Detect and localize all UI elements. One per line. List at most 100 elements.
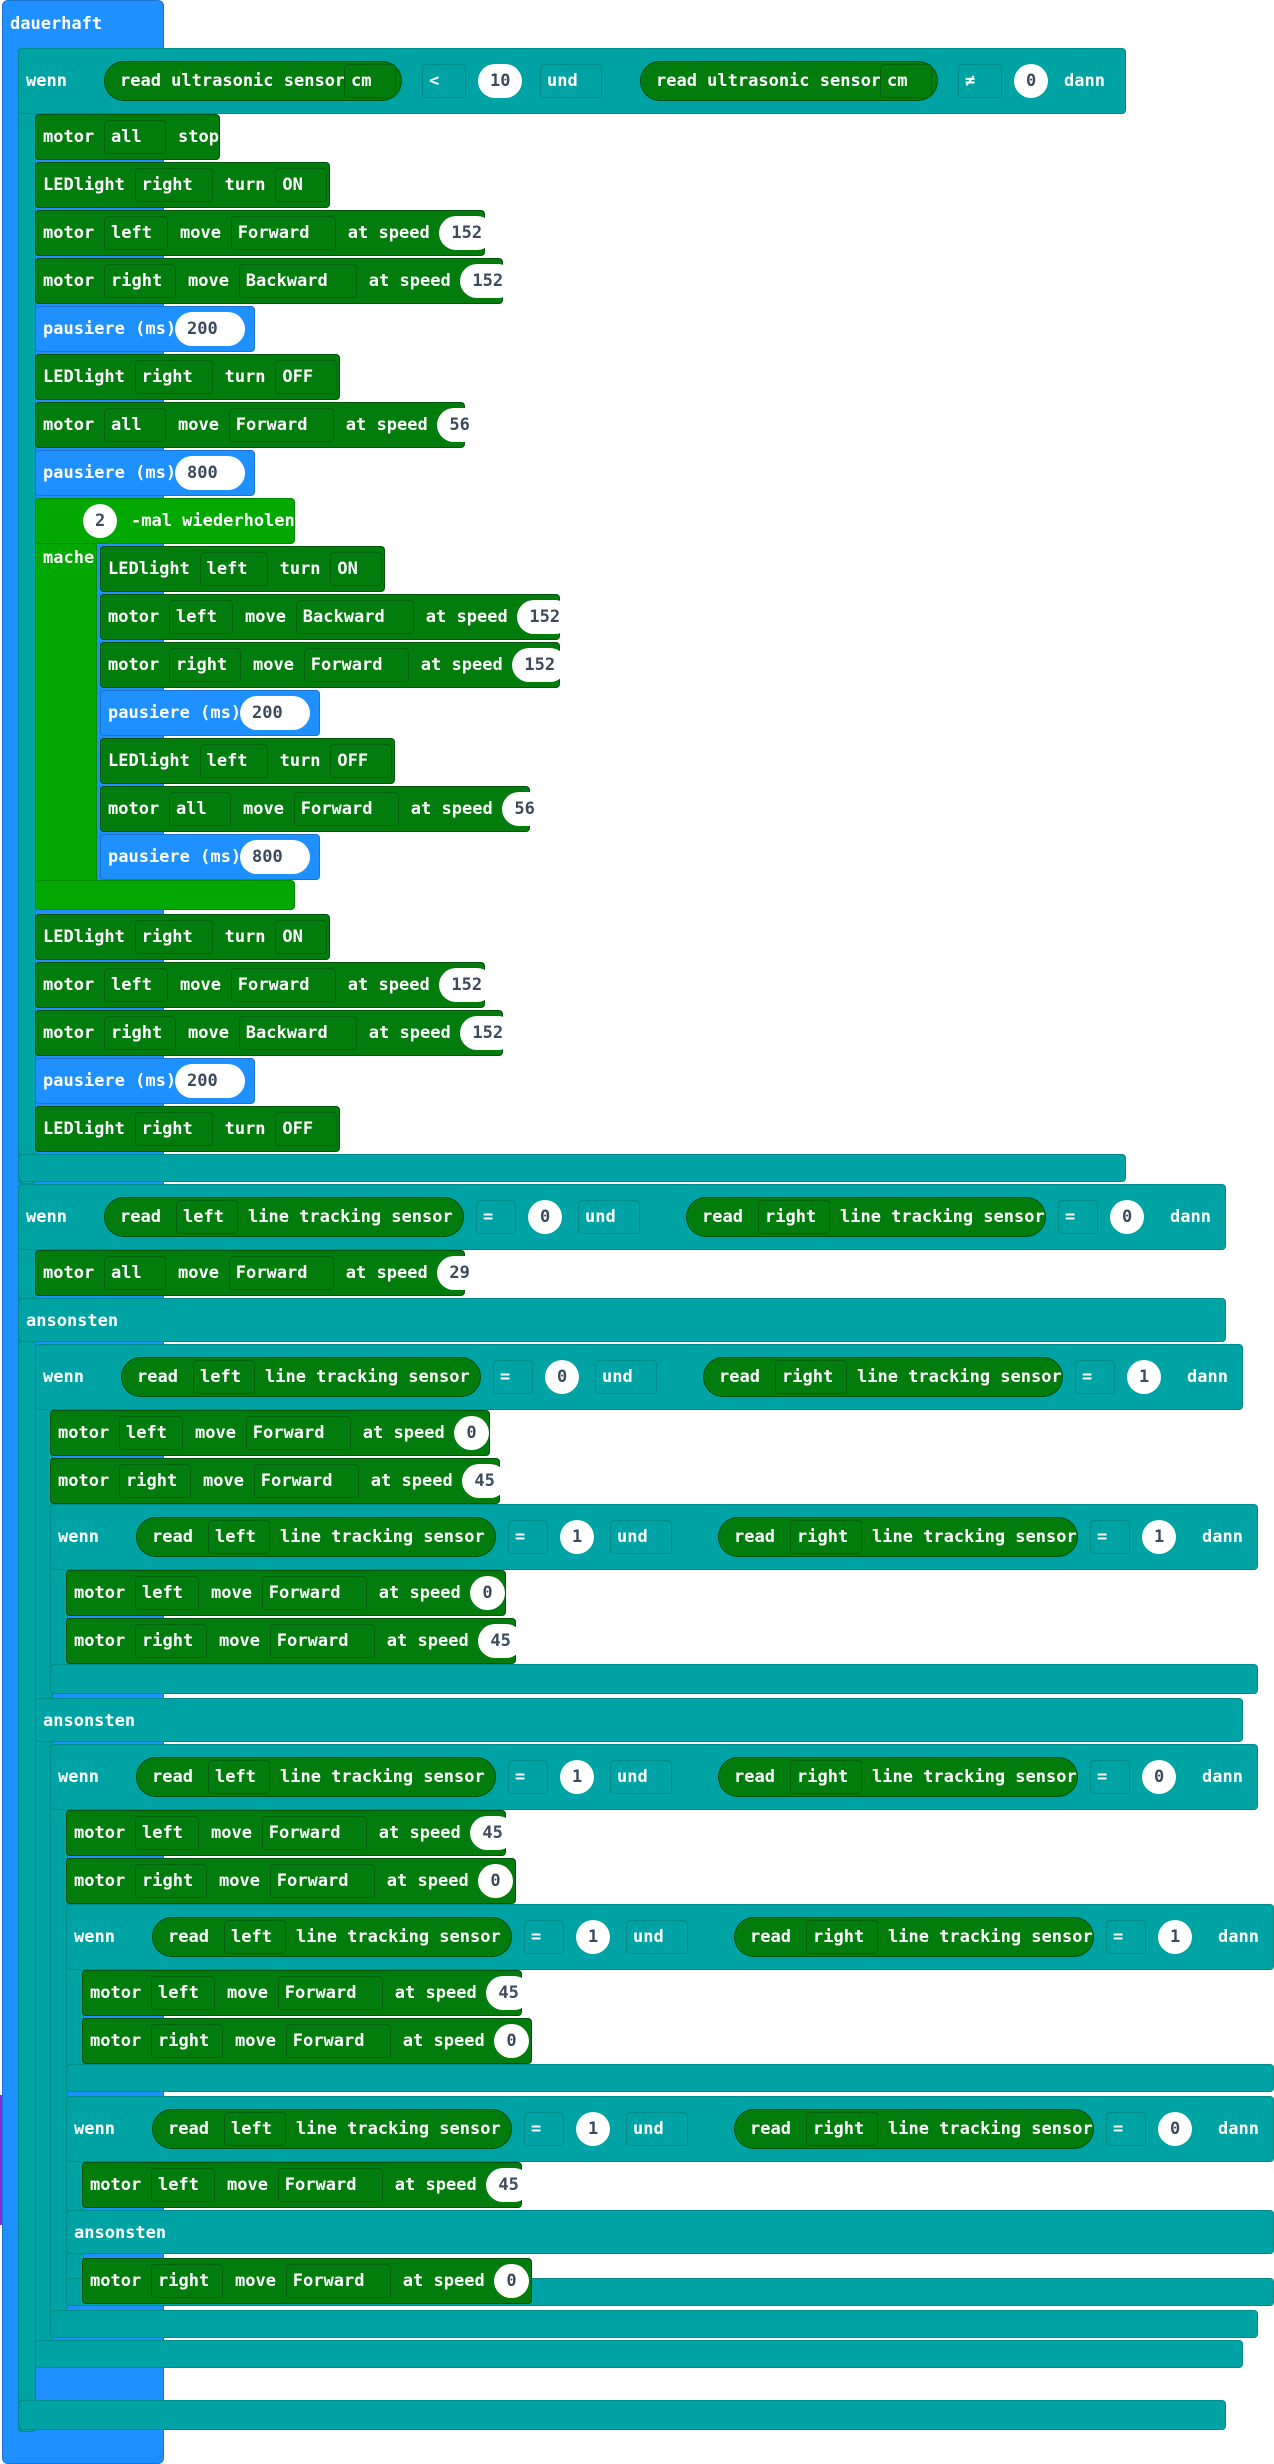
direction-dropdown[interactable]: Forward: [228, 408, 334, 442]
speed-input[interactable]: 152: [517, 600, 573, 634]
pause-ms-input[interactable]: 200: [240, 696, 310, 730]
motor-side-dropdown[interactable]: left: [169, 600, 233, 634]
operator-dropdown[interactable]: =: [1075, 1360, 1115, 1394]
motor-side-dropdown[interactable]: left: [119, 1416, 183, 1450]
led-side-dropdown[interactable]: left: [199, 744, 268, 778]
sensor-side-dropdown[interactable]: left: [208, 1520, 270, 1554]
and-operator[interactable]: und: [626, 1920, 688, 1954]
sensor-side-dropdown[interactable]: right: [790, 1760, 862, 1794]
compare-value-input[interactable]: 0: [545, 1360, 580, 1394]
speed-input[interactable]: 0: [470, 1576, 505, 1610]
compare-value-input[interactable]: 0: [528, 1200, 563, 1234]
compare-value-input[interactable]: 0: [1110, 1200, 1145, 1234]
sensor-side-dropdown[interactable]: left: [224, 1920, 286, 1954]
motor-side-dropdown[interactable]: right: [104, 264, 176, 298]
operator-dropdown[interactable]: =: [1090, 1760, 1130, 1794]
speed-input[interactable]: 152: [439, 968, 495, 1002]
operator-dropdown[interactable]: =: [1106, 1920, 1146, 1954]
motor-side-dropdown[interactable]: left: [104, 968, 168, 1002]
operator-dropdown[interactable]: ≠: [958, 64, 1002, 98]
direction-dropdown[interactable]: Forward: [285, 2024, 391, 2058]
pause-ms-input[interactable]: 800: [240, 840, 310, 874]
motor-side-dropdown[interactable]: right: [104, 1016, 176, 1050]
led-side-dropdown[interactable]: left: [199, 552, 268, 586]
direction-dropdown[interactable]: Forward: [261, 1576, 367, 1610]
speed-input[interactable]: 56: [437, 408, 482, 442]
speed-input[interactable]: 152: [460, 1016, 516, 1050]
operator-dropdown[interactable]: =: [524, 1920, 564, 1954]
motor-side-dropdown[interactable]: all: [169, 792, 231, 826]
pause-ms-input[interactable]: 800: [175, 456, 245, 490]
direction-dropdown[interactable]: Forward: [293, 792, 399, 826]
sensor-side-dropdown[interactable]: right: [806, 2112, 878, 2146]
led-state-dropdown[interactable]: OFF: [330, 744, 393, 778]
sensor-side-dropdown[interactable]: right: [758, 1200, 830, 1234]
compare-value-input[interactable]: 1: [1127, 1360, 1162, 1394]
speed-input[interactable]: 29: [437, 1256, 482, 1290]
led-side-dropdown[interactable]: right: [134, 168, 213, 202]
motor-side-dropdown[interactable]: left: [151, 2168, 215, 2202]
compare-value-input[interactable]: 1: [560, 1760, 595, 1794]
motor-side-dropdown[interactable]: right: [169, 648, 241, 682]
unit-dropdown[interactable]: cm: [344, 64, 396, 98]
speed-input[interactable]: 45: [478, 1624, 523, 1658]
direction-dropdown[interactable]: Forward: [261, 1816, 367, 1850]
operator-dropdown[interactable]: =: [1058, 1200, 1098, 1234]
sensor-side-dropdown[interactable]: left: [224, 2112, 286, 2146]
speed-input[interactable]: 45: [486, 1976, 531, 2010]
sensor-side-dropdown[interactable]: right: [790, 1520, 862, 1554]
unit-dropdown[interactable]: cm: [880, 64, 932, 98]
led-side-dropdown[interactable]: right: [134, 920, 213, 954]
speed-input[interactable]: 152: [460, 264, 516, 298]
sensor-side-dropdown[interactable]: left: [208, 1760, 270, 1794]
led-state-dropdown[interactable]: ON: [330, 552, 383, 586]
operator-dropdown[interactable]: =: [476, 1200, 516, 1234]
compare-value-input[interactable]: 1: [560, 1520, 595, 1554]
compare-value-input[interactable]: 1: [576, 1920, 611, 1954]
operator-dropdown[interactable]: =: [524, 2112, 564, 2146]
direction-dropdown[interactable]: Forward: [230, 216, 336, 250]
direction-dropdown[interactable]: Forward: [269, 1864, 375, 1898]
compare-value-input[interactable]: 0: [1158, 2112, 1193, 2146]
speed-input[interactable]: 45: [462, 1464, 507, 1498]
motor-side-dropdown[interactable]: all: [104, 1256, 166, 1290]
and-operator[interactable]: und: [540, 64, 602, 98]
speed-input[interactable]: 152: [439, 216, 495, 250]
pause-ms-input[interactable]: 200: [175, 312, 245, 346]
speed-input[interactable]: 56: [502, 792, 547, 826]
direction-dropdown[interactable]: Backward: [238, 1016, 357, 1050]
motor-side-dropdown[interactable]: left: [104, 216, 168, 250]
speed-input[interactable]: 0: [454, 1416, 489, 1450]
and-operator[interactable]: und: [626, 2112, 688, 2146]
speed-input[interactable]: 45: [470, 1816, 515, 1850]
and-operator[interactable]: und: [610, 1520, 672, 1554]
compare-value-input[interactable]: 1: [1158, 1920, 1193, 1954]
and-operator[interactable]: und: [610, 1760, 672, 1794]
motor-side-dropdown[interactable]: left: [135, 1576, 199, 1610]
speed-input[interactable]: 45: [486, 2168, 531, 2202]
direction-dropdown[interactable]: Backward: [295, 600, 414, 634]
sensor-side-dropdown[interactable]: left: [176, 1200, 238, 1234]
led-state-dropdown[interactable]: ON: [275, 920, 328, 954]
operator-dropdown[interactable]: =: [1106, 2112, 1146, 2146]
direction-dropdown[interactable]: Forward: [303, 648, 409, 682]
operator-dropdown[interactable]: =: [493, 1360, 533, 1394]
compare-value-input[interactable]: 10: [478, 64, 523, 98]
compare-value-input[interactable]: 0: [1014, 64, 1049, 98]
compare-value-input[interactable]: 1: [576, 2112, 611, 2146]
led-side-dropdown[interactable]: right: [134, 360, 213, 394]
and-operator[interactable]: und: [595, 1360, 657, 1394]
direction-dropdown[interactable]: Forward: [228, 1256, 334, 1290]
led-state-dropdown[interactable]: ON: [275, 168, 328, 202]
led-state-dropdown[interactable]: OFF: [275, 360, 338, 394]
speed-input[interactable]: 0: [478, 1864, 513, 1898]
motor-side-dropdown[interactable]: right: [151, 2024, 223, 2058]
operator-dropdown[interactable]: <: [422, 64, 466, 98]
led-state-dropdown[interactable]: OFF: [275, 1112, 338, 1146]
direction-dropdown[interactable]: Forward: [230, 968, 336, 1002]
led-side-dropdown[interactable]: right: [134, 1112, 213, 1146]
motor-side-dropdown[interactable]: all: [104, 408, 166, 442]
direction-dropdown[interactable]: Forward: [285, 2264, 391, 2298]
operator-dropdown[interactable]: =: [1090, 1520, 1130, 1554]
direction-dropdown[interactable]: Forward: [277, 2168, 383, 2202]
